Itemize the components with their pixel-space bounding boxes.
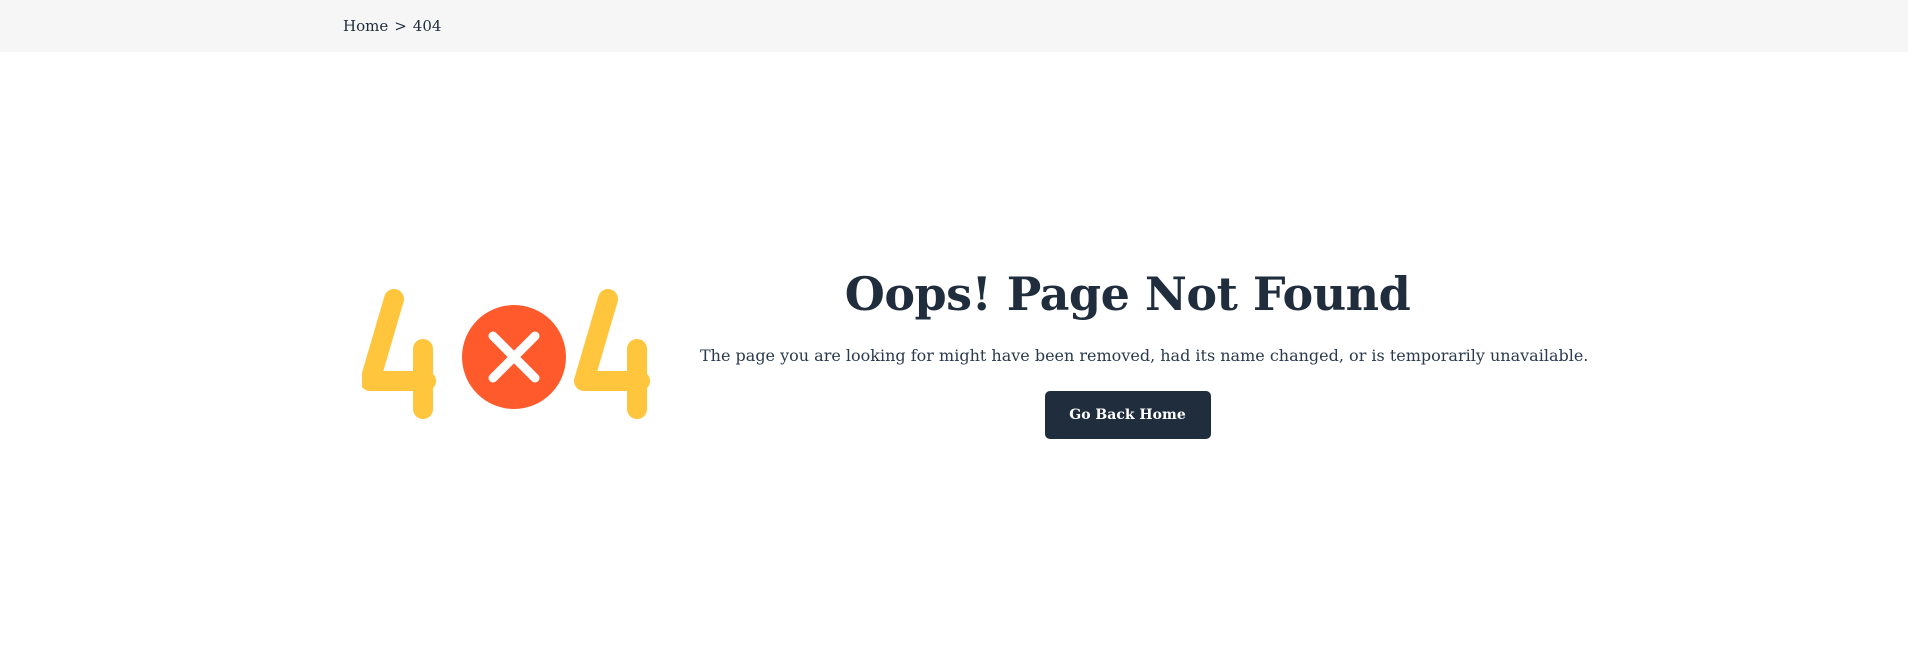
error-message: The page you are looking for might have … bbox=[700, 346, 1589, 365]
error-404-illustration bbox=[362, 287, 666, 419]
breadcrumb-current: 404 bbox=[412, 17, 442, 35]
close-circle-icon bbox=[462, 305, 566, 409]
breadcrumb-bar: Home >404 bbox=[0, 0, 1908, 52]
digit-four-right-icon bbox=[574, 289, 650, 419]
breadcrumb-separator: > bbox=[394, 17, 407, 35]
error-content: Oops! Page Not Found The page you are lo… bbox=[700, 265, 1589, 439]
breadcrumb: Home >404 bbox=[343, 16, 441, 36]
breadcrumb-home-link[interactable]: Home bbox=[343, 17, 388, 35]
digit-four-left-icon bbox=[362, 289, 436, 419]
go-back-home-button[interactable]: Go Back Home bbox=[1044, 391, 1211, 439]
page-title: Oops! Page Not Found bbox=[844, 267, 1411, 321]
